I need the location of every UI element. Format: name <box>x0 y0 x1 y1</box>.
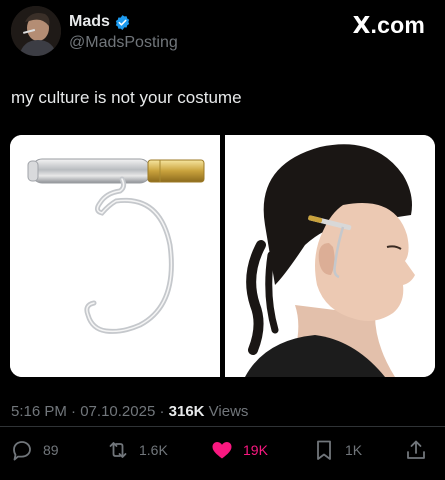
divider <box>0 426 445 427</box>
share-button[interactable] <box>404 438 428 462</box>
views-count: 316K <box>168 403 205 420</box>
media-image-model[interactable] <box>225 135 435 377</box>
tweet-text: my culture is not your costume <box>11 88 242 107</box>
avatar[interactable] <box>11 6 61 56</box>
avatar-photo-icon <box>11 6 61 56</box>
meta-separator: · <box>66 403 81 420</box>
repost-button[interactable]: 1.6K <box>106 438 168 462</box>
bookmark-button[interactable]: 1K <box>312 438 362 462</box>
model-profile-photo-icon <box>225 135 435 377</box>
x-logo-mark: X <box>352 13 371 39</box>
views-label: Views <box>204 403 249 420</box>
verified-badge-icon <box>115 14 130 30</box>
share-icon <box>407 440 425 459</box>
tweet-meta: 5:16 PM · 07.10.2025 · 316K Views <box>11 403 248 420</box>
media-grid <box>10 135 435 377</box>
repost-count: 1.6K <box>139 442 168 458</box>
post-time[interactable]: 5:16 PM <box>11 403 67 420</box>
brand-suffix: .com <box>370 12 425 38</box>
display-name[interactable]: Mads <box>69 13 110 31</box>
bookmark-count: 1K <box>345 442 363 458</box>
reply-button[interactable]: 89 <box>10 438 59 462</box>
like-button[interactable]: 19K <box>210 438 268 462</box>
action-bar: 89 1.6K 19K 1K <box>0 438 445 466</box>
bookmark-icon <box>317 440 331 460</box>
reply-count: 89 <box>43 442 59 458</box>
repost-icon <box>109 442 127 458</box>
user-handle[interactable]: @MadsPosting <box>69 34 178 52</box>
post-date[interactable]: 07.10.2025 <box>80 403 155 420</box>
like-count: 19K <box>243 442 268 458</box>
heart-filled-icon <box>212 442 232 459</box>
meta-separator: · <box>155 403 169 420</box>
tweet-header: Mads @MadsPosting X.com <box>11 6 435 56</box>
x-brand-logo: X.com <box>353 12 425 39</box>
ear-cuff-jewelry-icon <box>10 135 220 377</box>
media-image-ear-cuff[interactable] <box>10 135 220 377</box>
reply-icon <box>13 441 31 461</box>
